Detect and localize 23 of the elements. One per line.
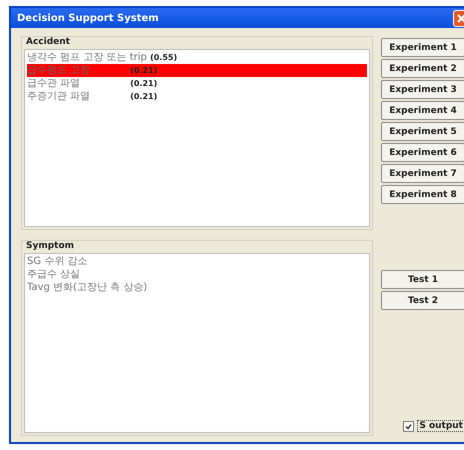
experiment-button[interactable]: Experiment 2 xyxy=(381,59,464,78)
experiment-button[interactable]: Experiment 4 xyxy=(381,101,464,120)
list-item[interactable]: 냉각수 펌프 고장 또는 trip (0.55) xyxy=(27,51,367,64)
group-title: Accident xyxy=(25,37,71,49)
list-item: SG 수위 감소 xyxy=(27,255,88,268)
list-item[interactable]: 급수펌프 고장 (0.21) xyxy=(27,64,367,77)
checkbox[interactable] xyxy=(403,420,414,432)
list-item: Tavg 변화(고장난 측 상승) xyxy=(27,281,148,294)
test-button[interactable]: Test 1 xyxy=(381,270,464,289)
experiment-button[interactable]: Experiment 5 xyxy=(381,122,464,141)
experiment-button[interactable]: Experiment 6 xyxy=(381,143,464,162)
test-button[interactable]: Test 2 xyxy=(381,291,464,310)
checkbox-label[interactable]: S output xyxy=(417,420,464,432)
experiment-button[interactable]: Experiment 1 xyxy=(381,38,464,57)
window-title: Decision Support System xyxy=(17,12,159,24)
list-item: 주급수 상실 xyxy=(27,268,82,281)
list-item[interactable]: 급수관 파열 (0.21) xyxy=(27,77,367,90)
experiment-button[interactable]: Experiment 8 xyxy=(381,185,464,204)
close-icon xyxy=(456,14,464,22)
experiment-button[interactable]: Experiment 3 xyxy=(381,80,464,99)
group-title: Symptom xyxy=(25,241,76,253)
experiment-button[interactable]: Experiment 7 xyxy=(381,164,464,183)
list-item[interactable]: 주증기관 파열 (0.21) xyxy=(27,90,367,103)
